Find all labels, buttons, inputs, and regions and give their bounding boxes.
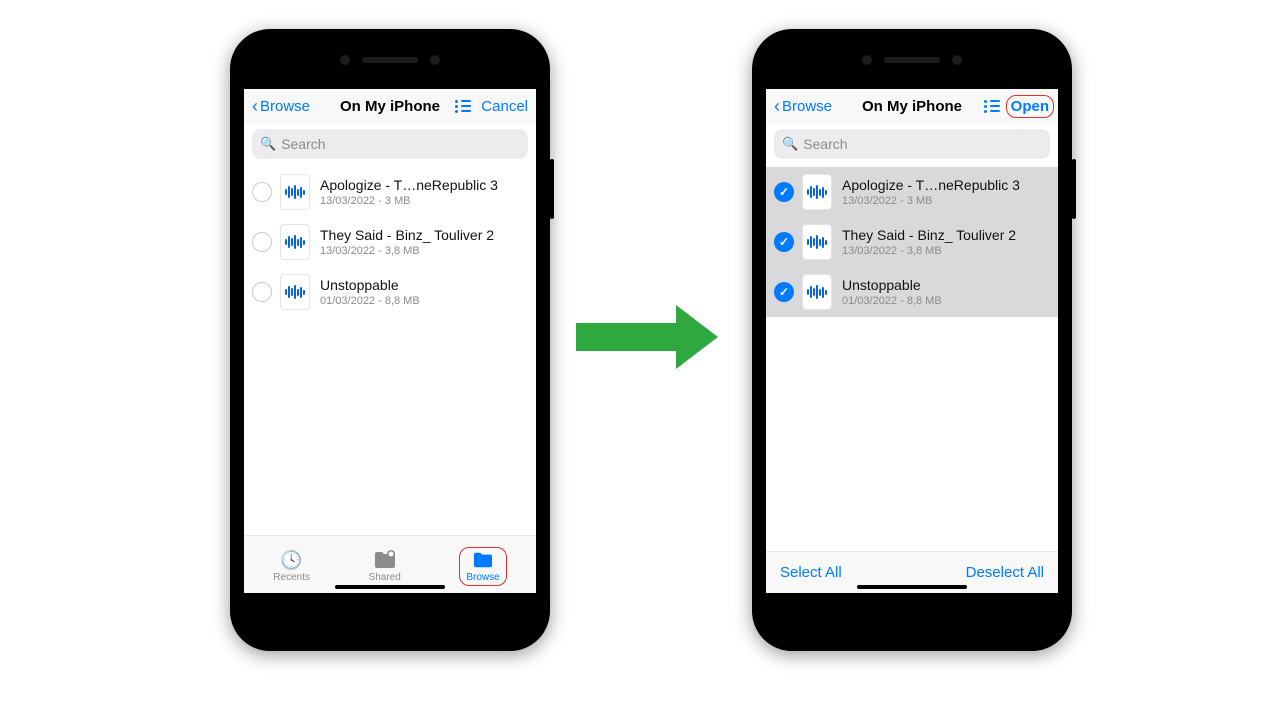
- phone-mockup-right: ‹ Browse On My iPhone Open 🔍 Search Apol…: [752, 29, 1072, 651]
- select-all-button[interactable]: Select All: [780, 564, 842, 581]
- list-view-icon[interactable]: [455, 100, 471, 113]
- page-title: On My iPhone: [862, 98, 962, 115]
- audio-file-icon: [280, 274, 310, 310]
- tab-shared[interactable]: Shared: [369, 550, 401, 583]
- file-row[interactable]: Unstoppable 01/03/2022 - 8,8 MB: [766, 267, 1058, 317]
- back-label: Browse: [782, 98, 832, 115]
- list-view-icon[interactable]: [984, 100, 1000, 113]
- file-name: They Said - Binz_ Touliver 2: [842, 227, 1016, 243]
- checkbox-empty[interactable]: [252, 182, 272, 202]
- shared-folder-icon: [373, 550, 397, 570]
- audio-file-icon: [802, 174, 832, 210]
- audio-file-icon: [280, 174, 310, 210]
- chevron-left-icon: ‹: [774, 97, 780, 115]
- file-name: Apologize - T…neRepublic 3: [320, 177, 498, 193]
- folder-icon: [471, 550, 495, 570]
- file-row[interactable]: Apologize - T…neRepublic 3 13/03/2022 - …: [766, 167, 1058, 217]
- deselect-all-button[interactable]: Deselect All: [966, 564, 1044, 581]
- screen-left: ‹ Browse On My iPhone Cancel 🔍 Search Ap…: [244, 89, 536, 593]
- page-title: On My iPhone: [340, 98, 440, 115]
- file-list: Apologize - T…neRepublic 3 13/03/2022 - …: [766, 167, 1058, 551]
- checkbox-checked[interactable]: [774, 182, 794, 202]
- checkbox-empty[interactable]: [252, 282, 272, 302]
- audio-file-icon: [280, 224, 310, 260]
- search-placeholder: Search: [281, 136, 325, 152]
- file-subtitle: 13/03/2022 - 3,8 MB: [842, 245, 1016, 257]
- file-name: Apologize - T…neRepublic 3: [842, 177, 1020, 193]
- checkbox-empty[interactable]: [252, 232, 272, 252]
- search-input[interactable]: 🔍 Search: [774, 129, 1050, 159]
- back-button[interactable]: ‹ Browse: [774, 97, 832, 115]
- file-name: Unstoppable: [320, 277, 420, 293]
- arrow-icon: [576, 306, 728, 368]
- tab-browse[interactable]: Browse: [459, 547, 506, 586]
- file-row[interactable]: They Said - Binz_ Touliver 2 13/03/2022 …: [766, 217, 1058, 267]
- audio-file-icon: [802, 274, 832, 310]
- navbar: ‹ Browse On My iPhone Cancel: [244, 89, 536, 123]
- file-name: Unstoppable: [842, 277, 942, 293]
- search-placeholder: Search: [803, 136, 847, 152]
- chevron-left-icon: ‹: [252, 97, 258, 115]
- screen-right: ‹ Browse On My iPhone Open 🔍 Search Apol…: [766, 89, 1058, 593]
- file-subtitle: 13/03/2022 - 3 MB: [320, 195, 498, 207]
- earpiece: [862, 55, 962, 65]
- file-subtitle: 13/03/2022 - 3,8 MB: [320, 245, 494, 257]
- navbar: ‹ Browse On My iPhone Open: [766, 89, 1058, 123]
- home-indicator: [335, 585, 445, 589]
- open-button[interactable]: Open: [1006, 95, 1054, 118]
- cancel-button[interactable]: Cancel: [481, 98, 528, 115]
- back-button[interactable]: ‹ Browse: [252, 97, 310, 115]
- earpiece: [340, 55, 440, 65]
- checkbox-checked[interactable]: [774, 232, 794, 252]
- file-list: Apologize - T…neRepublic 3 13/03/2022 - …: [244, 167, 536, 535]
- audio-file-icon: [802, 224, 832, 260]
- search-icon: 🔍: [782, 136, 798, 152]
- file-subtitle: 13/03/2022 - 3 MB: [842, 195, 1020, 207]
- tab-recents[interactable]: 🕓 Recents: [273, 550, 310, 583]
- home-indicator: [857, 585, 967, 589]
- file-subtitle: 01/03/2022 - 8,8 MB: [842, 295, 942, 307]
- search-input[interactable]: 🔍 Search: [252, 129, 528, 159]
- phone-mockup-left: ‹ Browse On My iPhone Cancel 🔍 Search Ap…: [230, 29, 550, 651]
- checkbox-checked[interactable]: [774, 282, 794, 302]
- file-name: They Said - Binz_ Touliver 2: [320, 227, 494, 243]
- file-row[interactable]: Unstoppable 01/03/2022 - 8,8 MB: [244, 267, 536, 317]
- file-subtitle: 01/03/2022 - 8,8 MB: [320, 295, 420, 307]
- search-icon: 🔍: [260, 136, 276, 152]
- file-row[interactable]: Apologize - T…neRepublic 3 13/03/2022 - …: [244, 167, 536, 217]
- back-label: Browse: [260, 98, 310, 115]
- clock-icon: 🕓: [280, 550, 304, 570]
- file-row[interactable]: They Said - Binz_ Touliver 2 13/03/2022 …: [244, 217, 536, 267]
